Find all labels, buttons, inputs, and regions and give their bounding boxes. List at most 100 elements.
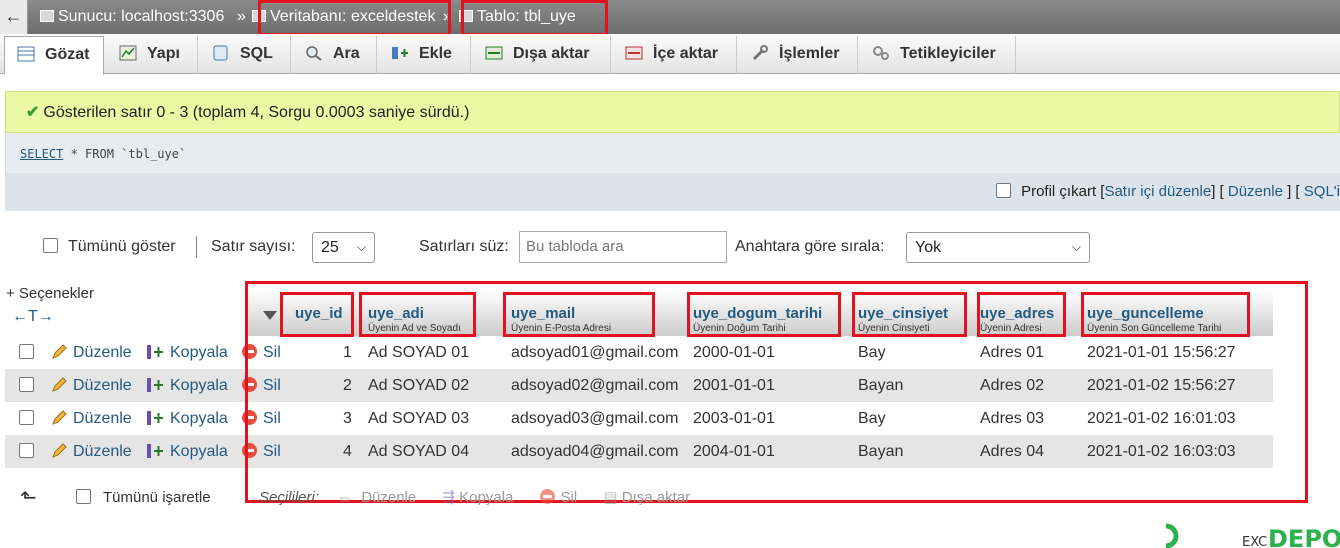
column-name[interactable]: uye_cinsiyet xyxy=(858,305,948,322)
row-delete-button[interactable]: Sil xyxy=(242,336,281,369)
row-checkbox[interactable] xyxy=(19,443,34,458)
breadcrumb-server[interactable]: Sunucu: localhost:3306 xyxy=(40,0,224,34)
cell-uye-id[interactable]: 4 xyxy=(343,435,352,468)
show-all-control[interactable]: Tümünü göster xyxy=(43,231,176,263)
cell-uye-dogum-tarihi[interactable]: 2004-01-01 xyxy=(693,435,775,468)
row-checkbox-cell[interactable] xyxy=(19,435,34,468)
filter-input[interactable]: Bu tabloda ara xyxy=(519,231,727,263)
cell-uye-adi[interactable]: Ad SOYAD 04 xyxy=(368,435,469,468)
cell-uye-adi[interactable]: Ad SOYAD 02 xyxy=(368,369,469,402)
tab-search[interactable]: Ara xyxy=(291,36,377,74)
tab-browse[interactable]: Gözat xyxy=(4,36,104,75)
edit-query-link[interactable]: Düzenle xyxy=(1228,183,1283,200)
cell-uye-mail[interactable]: adsoyad03@gmail.com xyxy=(511,402,678,435)
table-row: Düzenle Kopyala Sil 3 Ad SOYAD 03 adsoyad03@g… xyxy=(5,402,1273,435)
row-edit-button[interactable]: Düzenle xyxy=(51,336,132,369)
column-name[interactable]: uye_adi xyxy=(368,305,424,322)
cell-uye-dogum-tarihi[interactable]: 2003-01-01 xyxy=(693,402,775,435)
cell-uye-adres[interactable]: Adres 02 xyxy=(980,369,1044,402)
cell-uye-mail[interactable]: adsoyad04@gmail.com xyxy=(511,435,678,468)
import-icon xyxy=(625,46,643,60)
breadcrumb-database[interactable]: Veritabanı: exceldestek xyxy=(252,0,435,34)
profile-checkbox[interactable] xyxy=(995,183,1011,198)
tab-triggers[interactable]: Tetikleyiciler xyxy=(858,36,1016,74)
bulk-delete-button[interactable]: Sil xyxy=(539,489,577,506)
row-copy-button[interactable]: Kopyala xyxy=(146,336,228,369)
check-all-arrow-icon: ⬑ xyxy=(20,487,37,509)
tab-import[interactable]: İçe aktar xyxy=(611,36,737,74)
bulk-edit-button[interactable]: ✏ Düzenle xyxy=(339,489,416,509)
sql-keyword[interactable]: SELECT xyxy=(20,147,63,161)
column-name[interactable]: uye_mail xyxy=(511,305,575,322)
row-copy-button[interactable]: Kopyala xyxy=(146,435,228,468)
check-all-checkbox[interactable] xyxy=(76,489,91,504)
column-comment: Üyenin Doğum Tarihi xyxy=(693,323,786,334)
bulk-export-button[interactable]: ▤ Dışa aktar xyxy=(603,489,690,506)
check-all-control[interactable]: Tümünü işaretle xyxy=(76,484,211,512)
row-delete-button[interactable]: Sil xyxy=(242,369,281,402)
bracket: ] [ xyxy=(1287,183,1300,200)
cell-uye-guncelleme[interactable]: 2021-01-02 16:03:03 xyxy=(1087,435,1236,468)
row-checkbox[interactable] xyxy=(19,377,34,392)
inline-edit-link[interactable]: Satır içi düzenle xyxy=(1104,183,1211,200)
tab-sql[interactable]: SQL xyxy=(198,36,291,74)
cell-uye-guncelleme[interactable]: 2021-01-01 15:56:27 xyxy=(1087,336,1236,369)
check-icon: ✔ xyxy=(26,104,40,121)
row-copy-button[interactable]: Kopyala xyxy=(146,369,228,402)
cell-uye-guncelleme[interactable]: 2021-01-02 16:01:03 xyxy=(1087,402,1236,435)
cell-uye-adres[interactable]: Adres 03 xyxy=(980,402,1044,435)
cell-uye-id[interactable]: 3 xyxy=(343,402,352,435)
tab-operations[interactable]: İşlemler xyxy=(737,36,858,74)
row-edit-button[interactable]: Düzenle xyxy=(51,402,132,435)
sql-php-link[interactable]: SQL'i xyxy=(1304,183,1340,200)
column-resize-icon[interactable]: ←T→ xyxy=(12,308,54,326)
row-checkbox-cell[interactable] xyxy=(19,369,34,402)
server-icon xyxy=(40,10,54,22)
tab-structure[interactable]: Yapı xyxy=(105,36,198,74)
column-name[interactable]: uye_guncelleme xyxy=(1087,305,1204,322)
cell-uye-cinsiyet[interactable]: Bayan xyxy=(858,369,903,402)
profile-label: Profil çıkart xyxy=(1021,183,1097,200)
cell-uye-id[interactable]: 2 xyxy=(343,369,352,402)
row-checkbox[interactable] xyxy=(19,344,34,359)
tab-import-label: İçe aktar xyxy=(653,45,718,62)
column-name[interactable]: uye_dogum_tarihi xyxy=(693,305,822,322)
cell-uye-id[interactable]: 1 xyxy=(343,336,352,369)
row-checkbox-cell[interactable] xyxy=(19,402,34,435)
cell-uye-cinsiyet[interactable]: Bay xyxy=(858,402,886,435)
tab-insert[interactable]: Ekle xyxy=(377,36,471,74)
row-edit-button[interactable]: Düzenle xyxy=(51,369,132,402)
bulk-copy-button[interactable]: ⇶ Kopyala xyxy=(442,489,513,506)
back-arrow-icon[interactable]: ← xyxy=(0,0,28,34)
cell-uye-adres[interactable]: Adres 04 xyxy=(980,435,1044,468)
column-name[interactable]: uye_id xyxy=(295,305,343,322)
cell-uye-dogum-tarihi[interactable]: 2001-01-01 xyxy=(693,369,775,402)
column-name[interactable]: uye_adres xyxy=(980,305,1054,322)
row-edit-button[interactable]: Düzenle xyxy=(51,435,132,468)
sort-select[interactable]: Yok ⌵ xyxy=(906,232,1090,263)
row-delete-button[interactable]: Sil xyxy=(242,435,281,468)
row-checkbox[interactable] xyxy=(19,410,34,425)
row-edit-label: Düzenle xyxy=(73,344,132,361)
tab-triggers-label: Tetikleyiciler xyxy=(900,45,996,62)
selected-label: Seçilileri: xyxy=(259,489,320,506)
cell-uye-mail[interactable]: adsoyad01@gmail.com xyxy=(511,336,678,369)
cell-uye-mail[interactable]: adsoyad02@gmail.com xyxy=(511,369,678,402)
options-toggle[interactable]: + Seçenekler xyxy=(6,285,94,302)
row-checkbox-cell[interactable] xyxy=(19,336,34,369)
breadcrumb: ← Sunucu: localhost:3306 » Veritabanı: e… xyxy=(0,0,1340,34)
row-delete-button[interactable]: Sil xyxy=(242,402,281,435)
cell-uye-cinsiyet[interactable]: Bayan xyxy=(858,435,903,468)
cell-uye-adi[interactable]: Ad SOYAD 03 xyxy=(368,402,469,435)
show-all-checkbox[interactable] xyxy=(43,238,58,253)
cell-uye-adi[interactable]: Ad SOYAD 01 xyxy=(368,336,469,369)
cell-uye-adres[interactable]: Adres 01 xyxy=(980,336,1044,369)
breadcrumb-table[interactable]: Tablo: tbl_uye xyxy=(459,0,576,34)
cell-uye-guncelleme[interactable]: 2021-01-02 15:56:27 xyxy=(1087,369,1236,402)
row-count-select[interactable]: 25 ⌵ xyxy=(312,232,375,263)
sort-arrow-icon[interactable] xyxy=(263,311,277,320)
cell-uye-cinsiyet[interactable]: Bay xyxy=(858,336,886,369)
tab-export[interactable]: Dışa aktar xyxy=(471,36,611,74)
row-copy-button[interactable]: Kopyala xyxy=(146,402,228,435)
cell-uye-dogum-tarihi[interactable]: 2000-01-01 xyxy=(693,336,775,369)
